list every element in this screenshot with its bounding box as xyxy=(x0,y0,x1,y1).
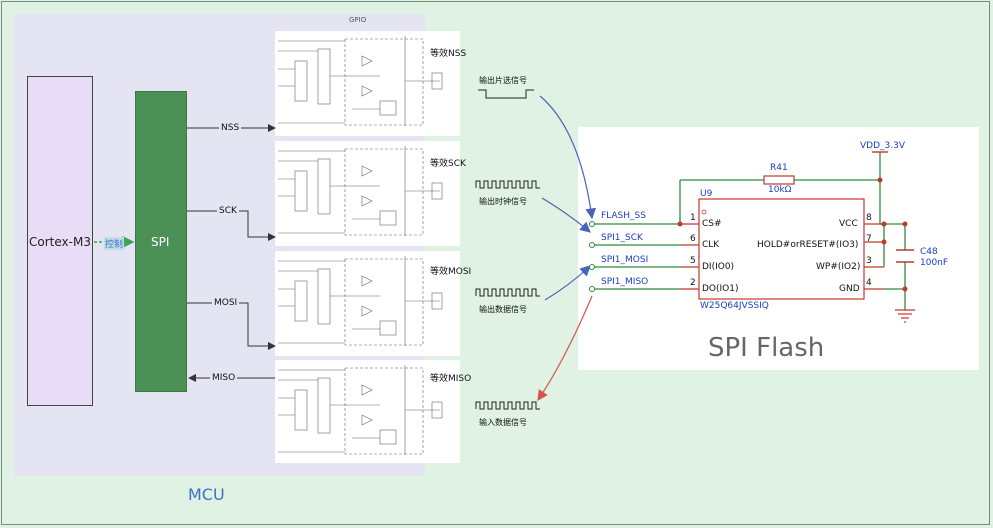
net-flash-ss: FLASH_SS xyxy=(601,211,646,221)
pin-num-8: 8 xyxy=(866,213,872,223)
arrow-mosi-to-di xyxy=(544,265,591,301)
spi-flash-title: SPI Flash xyxy=(708,333,825,363)
pin-di: DI(IO0) xyxy=(702,262,735,272)
equiv-mosi-label: 等效MOSI xyxy=(430,267,472,277)
desc-sck: 输出时钟信号 xyxy=(479,197,527,206)
signal-miso-label: MISO xyxy=(210,373,238,383)
resistor-r41 xyxy=(763,175,795,185)
mosi-waveform xyxy=(475,288,540,297)
net-spi1-sck: SPI1_SCK xyxy=(601,233,643,243)
equiv-nss-label: 等效NSS xyxy=(430,49,467,59)
pin-num-5: 5 xyxy=(690,256,696,266)
gpio-circuit-sketches xyxy=(278,36,443,455)
pin-num-7: 7 xyxy=(866,234,872,244)
desc-mosi: 输出数据信号 xyxy=(479,305,527,314)
pin-num-6: 6 xyxy=(690,234,696,244)
pin-num-4: 4 xyxy=(866,278,872,288)
waveforms xyxy=(475,89,540,410)
miso-waveform xyxy=(475,401,540,410)
signal-lines xyxy=(187,124,276,382)
pin-vcc: VCC xyxy=(839,219,858,229)
mosi-line xyxy=(187,302,276,350)
arrow-nss-to-cs xyxy=(539,95,597,220)
pin-do: DO(IO1) xyxy=(702,284,739,294)
sck-waveform xyxy=(475,180,540,189)
chip-part: W25Q64JVSSIQ xyxy=(700,301,769,311)
diagram-canvas: GPIO MCU Cortex-M3 SPI 控制 NSS SCK MOSI M… xyxy=(0,0,993,528)
pin-gnd: GND xyxy=(839,284,860,294)
resistor-ref: R41 xyxy=(770,163,788,173)
pin-num-1: 1 xyxy=(690,213,696,223)
cortex-label: Cortex-M3 xyxy=(29,235,91,249)
net-spi1-miso: SPI1_MISO xyxy=(601,277,649,287)
capacitor-ref: C48 xyxy=(920,247,938,257)
capacitor-value: 100nF xyxy=(920,258,949,268)
vdd-label: VDD_3.3V xyxy=(860,141,905,151)
control-label: 控制 xyxy=(104,237,125,250)
pin-cs: CS# xyxy=(702,219,722,229)
desc-miso: 输入数据信号 xyxy=(479,418,527,427)
equiv-sck-label: 等效SCK xyxy=(430,159,466,169)
arrow-do-to-miso xyxy=(537,295,593,401)
signal-sck-label: SCK xyxy=(217,206,239,216)
pin-num-3: 3 xyxy=(866,256,872,266)
pin-wp: WP#(IO2) xyxy=(816,262,861,272)
ground-symbol xyxy=(895,309,915,323)
equiv-miso-label: 等效MISO xyxy=(430,374,472,384)
arrow-sck-to-clk xyxy=(541,197,591,233)
net-spi1-mosi: SPI1_MOSI xyxy=(601,255,649,265)
signal-nss-label: NSS xyxy=(219,123,242,133)
pin-num-2: 2 xyxy=(690,278,696,288)
resistor-value: 10kΩ xyxy=(768,185,792,195)
spi-label: SPI xyxy=(151,235,170,249)
nss-waveform xyxy=(478,89,534,99)
pin-hold: HOLD#orRESET#(IO3) xyxy=(757,240,859,250)
signal-mosi-label: MOSI xyxy=(212,298,240,308)
desc-nss: 输出片选信号 xyxy=(479,76,527,85)
pin-clk: CLK xyxy=(702,240,720,250)
chip-ref: U9 xyxy=(700,189,713,199)
